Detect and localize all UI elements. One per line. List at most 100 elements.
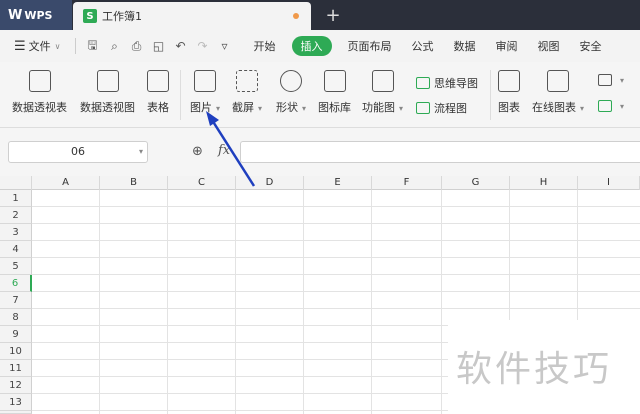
- pivot-table-icon: [28, 70, 51, 92]
- icon-library-button[interactable]: 图标库: [318, 70, 351, 115]
- column-header[interactable]: E: [304, 176, 372, 190]
- row-header-selected[interactable]: 6: [0, 275, 32, 292]
- function-icon[interactable]: fx: [218, 143, 230, 158]
- chevron-down-icon[interactable]: ▾: [139, 142, 143, 162]
- shape-label: 形状 ▾: [276, 101, 307, 114]
- icon-library-icon: [323, 70, 346, 92]
- pivot-chart-icon: [96, 70, 119, 92]
- column-chart-dropdown[interactable]: ▾: [598, 74, 624, 86]
- tab-formulas[interactable]: 公式: [412, 38, 434, 54]
- pivot-table-button[interactable]: 数据透视表: [12, 70, 67, 115]
- file-menu[interactable]: ☰ 文件 ∨: [14, 38, 61, 54]
- mindmap-label: 思维导图: [434, 77, 478, 90]
- column-header[interactable]: H: [510, 176, 578, 190]
- screenshot-label: 截屏 ▾: [232, 101, 263, 114]
- wps-logo-icon: W: [8, 7, 22, 23]
- print-icon[interactable]: ⎙: [126, 39, 148, 54]
- hamburger-icon: ☰: [14, 38, 26, 54]
- save-icon[interactable]: 🖫: [82, 36, 104, 57]
- row-header[interactable]: 10: [0, 343, 32, 360]
- mindmap-button[interactable]: 思维导图: [416, 75, 478, 91]
- row-header[interactable]: 2: [0, 207, 32, 224]
- tab-review[interactable]: 审阅: [496, 38, 518, 54]
- row-header[interactable]: 5: [0, 258, 32, 275]
- picture-label: 图片 ▾: [190, 101, 221, 114]
- screenshot-button[interactable]: 截屏 ▾: [232, 70, 262, 115]
- new-tab-button[interactable]: +: [322, 0, 344, 30]
- grid-line: [235, 190, 236, 414]
- flowchart-icon: [416, 102, 430, 114]
- grid-line: [32, 223, 640, 224]
- row-header[interactable]: 8: [0, 309, 32, 326]
- column-header[interactable]: D: [236, 176, 304, 190]
- grid-line: [32, 308, 640, 309]
- wps-home-tab[interactable]: W WPS: [0, 0, 72, 30]
- column-header[interactable]: C: [168, 176, 236, 190]
- grid-line: [99, 190, 100, 414]
- column-header[interactable]: F: [372, 176, 442, 190]
- grid-line: [32, 274, 640, 275]
- picture-button[interactable]: 图片 ▾: [190, 70, 220, 115]
- chart-button[interactable]: 图表: [498, 70, 520, 115]
- insert-ribbon: 数据透视表 数据透视图 表格 图片 ▾ 截屏 ▾ 形状 ▾ 图标库 功能图 ▾ 思维导图…: [0, 62, 640, 128]
- flowchart-button[interactable]: 流程图: [416, 100, 467, 116]
- row-header[interactable]: 12: [0, 377, 32, 394]
- line-chart-dropdown[interactable]: ▾: [598, 100, 624, 112]
- tab-data[interactable]: 数据: [454, 38, 476, 54]
- wps-tab-label: WPS: [24, 8, 53, 22]
- row-header[interactable]: 9: [0, 326, 32, 343]
- customize-toolbar-icon[interactable]: ▿: [214, 39, 236, 53]
- tab-insert[interactable]: 插入: [291, 36, 332, 56]
- online-chart-label: 在线图表 ▾: [532, 101, 585, 114]
- watermark: 软件技巧: [448, 320, 640, 414]
- menu-bar: ☰ 文件 ∨ 🖫 ⌕ ⎙ ◱ ↶ ↷ ▿ 开始 插入 页面布局 公式 数据 审阅…: [0, 30, 640, 62]
- column-header[interactable]: B: [100, 176, 168, 190]
- grid-line: [167, 190, 168, 414]
- shape-icon: [280, 70, 302, 92]
- mindmap-icon: [416, 77, 430, 89]
- column-chart-icon: [598, 74, 612, 86]
- shape-button[interactable]: 形状 ▾: [276, 70, 306, 115]
- cell-reference: 06: [71, 145, 85, 158]
- online-chart-button[interactable]: 在线图表 ▾: [532, 70, 584, 115]
- row-header[interactable]: 11: [0, 360, 32, 377]
- table-button[interactable]: 表格: [147, 70, 169, 115]
- row-header[interactable]: 7: [0, 292, 32, 309]
- redo-icon[interactable]: ↷: [192, 39, 214, 53]
- tab-security[interactable]: 安全: [580, 38, 602, 54]
- name-box[interactable]: 06 ▾: [8, 141, 148, 163]
- pivot-table-label: 数据透视表: [12, 101, 67, 114]
- grid-line: [441, 190, 442, 414]
- row-header[interactable]: 13: [0, 394, 32, 411]
- function-chart-button[interactable]: 功能图 ▾: [362, 70, 403, 115]
- file-menu-label: 文件: [28, 40, 51, 53]
- formula-bar: 06 ▾ ⊕ fx: [0, 128, 640, 176]
- divider: [490, 70, 491, 120]
- select-all-corner[interactable]: [0, 176, 32, 190]
- column-header[interactable]: G: [442, 176, 510, 190]
- tab-view[interactable]: 视图: [538, 38, 560, 54]
- row-header[interactable]: 1: [0, 190, 32, 207]
- document-tab-label: 工作簿1: [102, 10, 142, 23]
- row-header[interactable]: 3: [0, 224, 32, 241]
- tab-home[interactable]: 开始: [254, 38, 276, 54]
- flowchart-label: 流程图: [434, 102, 467, 115]
- undo-icon[interactable]: ↶: [170, 39, 192, 53]
- online-chart-icon: [547, 70, 569, 92]
- title-bar: W WPS S 工作簿1 +: [0, 0, 640, 30]
- row-header[interactable]: 4: [0, 241, 32, 258]
- zoom-icon[interactable]: ⊕: [192, 144, 203, 159]
- function-chart-label: 功能图 ▾: [362, 101, 404, 114]
- print-preview-icon[interactable]: ◱: [148, 39, 170, 53]
- column-header[interactable]: A: [32, 176, 100, 190]
- column-header[interactable]: I: [578, 176, 640, 190]
- format-painter-icon[interactable]: ⌕: [104, 39, 126, 54]
- bar-chart-icon: [498, 70, 520, 92]
- tab-page-layout[interactable]: 页面布局: [348, 38, 392, 54]
- grid-line: [32, 257, 640, 258]
- pivot-chart-button[interactable]: 数据透视图: [80, 70, 135, 115]
- formula-input[interactable]: [240, 141, 640, 163]
- divider: [74, 38, 76, 54]
- document-tab[interactable]: S 工作簿1: [73, 2, 311, 30]
- screenshot-icon: [236, 70, 258, 92]
